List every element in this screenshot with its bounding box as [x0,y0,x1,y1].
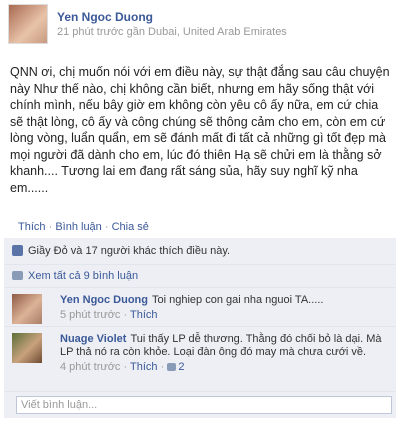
post-meta: 21 phút trước gần Dubai, United Arab Emi… [57,26,287,38]
write-comment-input[interactable]: Viết bình luận... [16,396,392,414]
comment-time[interactable]: 4 phút trước [60,361,120,373]
post-author[interactable]: Yen Ngoc Duong [57,10,153,24]
commenter-avatar[interactable] [12,333,42,363]
commenter-name[interactable]: Yen Ngoc Duong [60,294,148,306]
comment-meta: 5 phút trước · Thích [60,309,390,322]
likes-row: Giầy Đỏ và 17 người khác thích điều này. [4,238,396,265]
separator: · [160,361,165,373]
comment-meta: 4 phút trước · Thích · 2 [60,361,390,374]
thumbs-up-icon [12,245,23,256]
comment-item: Nuage Violet Tui thấy LP dễ thương. Thằng… [4,327,396,392]
write-comment-row: Viết bình luận... [4,392,396,418]
separator: · [123,361,128,373]
view-all-comments-link[interactable]: Xem tất cả 9 bình luận [28,270,138,282]
post-actions: Thích · Bình luận · Chia sẻ [18,221,149,233]
commenter-name[interactable]: Nuage Violet [60,333,126,345]
comment-time[interactable]: 5 phút trước [60,309,120,321]
separator: · [123,309,128,321]
comment-link[interactable]: Bình luận [55,221,101,233]
post: Yen Ngoc Duong 21 phút trước gần Dubai, … [0,0,400,418]
post-timestamp[interactable]: 21 phút trước gần Dubai, United Arab Emi… [57,26,287,38]
author-avatar[interactable] [8,4,48,44]
comment-like-count[interactable]: 2 [178,361,184,373]
feedback-section: Giầy Đỏ và 17 người khác thích điều này.… [4,238,396,418]
like-count-icon [167,363,177,371]
comment-text: Toi nghiep con gai nha nguoi TA..... [152,294,324,306]
separator: · [104,221,109,233]
comment-bubble-icon [12,271,23,280]
comment-like-link[interactable]: Thích [130,309,158,321]
comment-body: Yen Ngoc Duong Toi nghiep con gai nha ngu… [60,294,390,322]
post-content: QNN ơi, chị muốn nói với em điều này, sự… [10,65,390,195]
post-header: Yen Ngoc Duong 21 phút trước gần Dubai, … [0,0,400,46]
commenter-avatar[interactable] [12,294,42,324]
comment-body: Nuage Violet Tui thấy LP dễ thương. Thằng… [60,333,390,374]
likes-text[interactable]: Giầy Đỏ và 17 người khác thích điều này. [28,245,230,257]
separator: · [48,221,53,233]
like-link[interactable]: Thích [18,221,46,233]
share-link[interactable]: Chia sẻ [112,221,149,233]
comment-item: Yen Ngoc Duong Toi nghiep con gai nha ngu… [4,288,396,327]
comment-like-link[interactable]: Thích [130,361,158,373]
view-all-comments-row[interactable]: Xem tất cả 9 bình luận [4,265,396,288]
